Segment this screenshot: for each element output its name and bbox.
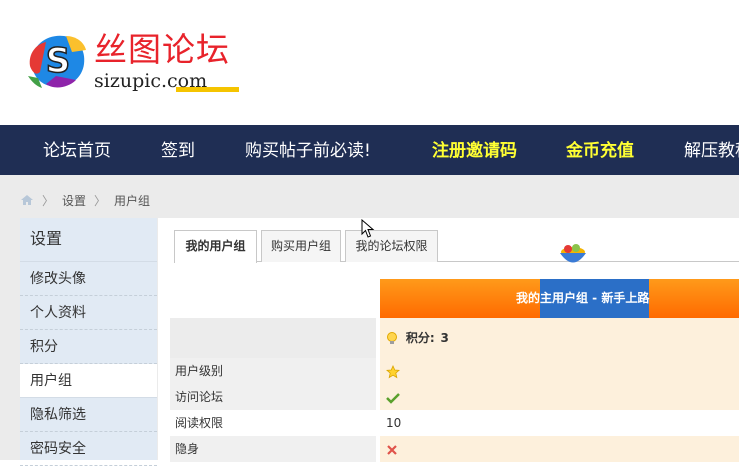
permission-row: 用户级别 — [170, 358, 739, 384]
tab-buy-usergroup[interactable]: 购买用户组 — [261, 230, 341, 262]
nav-item-invite-code[interactable]: 注册邀请码 — [432, 125, 517, 175]
lightbulb-icon — [387, 331, 397, 344]
logo-title: 丝图论坛 — [94, 30, 230, 69]
sidebar-item-profile[interactable]: 个人资料 — [20, 296, 157, 330]
permission-label: 用户级别 — [170, 358, 376, 384]
main-panel: 我的用户组 购买用户组 我的论坛权限 我的主用户组 - 新手上路 积分: 3 用… — [158, 218, 739, 462]
site-header: S 丝图论坛 sizupic.com — [0, 0, 739, 125]
permission-label: 隐身 — [170, 436, 376, 462]
logo-mark-icon: S — [28, 35, 86, 88]
site-logo[interactable]: S 丝图论坛 sizupic.com — [26, 30, 256, 95]
permission-value — [380, 436, 739, 462]
breadcrumb: 〉 设置 〉 用户组 — [20, 190, 150, 210]
sidebar-item-avatar[interactable]: 修改头像 — [20, 262, 157, 296]
permission-value — [380, 384, 739, 410]
permission-row: 访问论坛 — [170, 384, 739, 410]
tab-bar: 我的用户组 购买用户组 我的论坛权限 — [174, 230, 739, 263]
logo-mark-letter: S — [46, 41, 71, 81]
main-nav: 论坛首页 签到 购买帖子前必读! 注册邀请码 金币充值 解压教程 — [0, 125, 739, 175]
tab-forum-permissions[interactable]: 我的论坛权限 — [345, 230, 438, 262]
points-row-label — [170, 318, 376, 358]
breadcrumb-settings[interactable]: 设置 — [62, 192, 86, 209]
permission-value — [380, 358, 739, 384]
star-icon — [386, 364, 400, 378]
sidebar-item-usergroup[interactable]: 用户组 — [20, 364, 157, 398]
points-row-value: 积分: 3 — [380, 318, 739, 358]
permission-label: 阅读权限 — [170, 410, 376, 436]
breadcrumb-usergroup[interactable]: 用户组 — [114, 192, 150, 209]
settings-sidebar: 设置 修改头像 个人资料 积分 用户组 隐私筛选 密码安全 — [20, 218, 157, 466]
nav-item-home[interactable]: 论坛首页 — [43, 125, 111, 175]
mouse-cursor-icon — [361, 219, 375, 238]
bowl-icon — [560, 244, 586, 263]
home-icon[interactable] — [20, 194, 34, 206]
check-icon — [386, 392, 400, 404]
sidebar-title: 设置 — [20, 218, 157, 262]
usergroup-header-title: 我的主用户组 - 新手上路 — [516, 291, 650, 305]
nav-item-recharge[interactable]: 金币充值 — [566, 125, 634, 175]
points-value: 3 — [440, 331, 449, 345]
points-label: 积分: — [405, 331, 435, 345]
logo-domain: sizupic.com — [94, 70, 208, 92]
permission-label: 访问论坛 — [170, 384, 376, 410]
nav-item-tutorial[interactable]: 解压教程 — [684, 125, 739, 175]
nav-item-signin[interactable]: 签到 — [161, 125, 195, 175]
sidebar-item-credits[interactable]: 积分 — [20, 330, 157, 364]
cross-icon — [387, 444, 397, 455]
permission-row: 阅读权限 10 — [170, 410, 739, 436]
permission-row: 隐身 — [170, 436, 739, 462]
points-row: 积分: 3 — [170, 318, 739, 358]
breadcrumb-separator: 〉 — [94, 193, 107, 208]
sidebar-item-privacy[interactable]: 隐私筛选 — [20, 398, 157, 432]
sidebar-item-password[interactable]: 密码安全 — [20, 432, 157, 466]
nav-item-must-read[interactable]: 购买帖子前必读! — [245, 125, 371, 175]
breadcrumb-separator: 〉 — [42, 193, 55, 208]
permission-value: 10 — [380, 410, 739, 436]
usergroup-header: 我的主用户组 - 新手上路 — [380, 279, 739, 318]
tab-my-usergroup[interactable]: 我的用户组 — [174, 230, 257, 263]
